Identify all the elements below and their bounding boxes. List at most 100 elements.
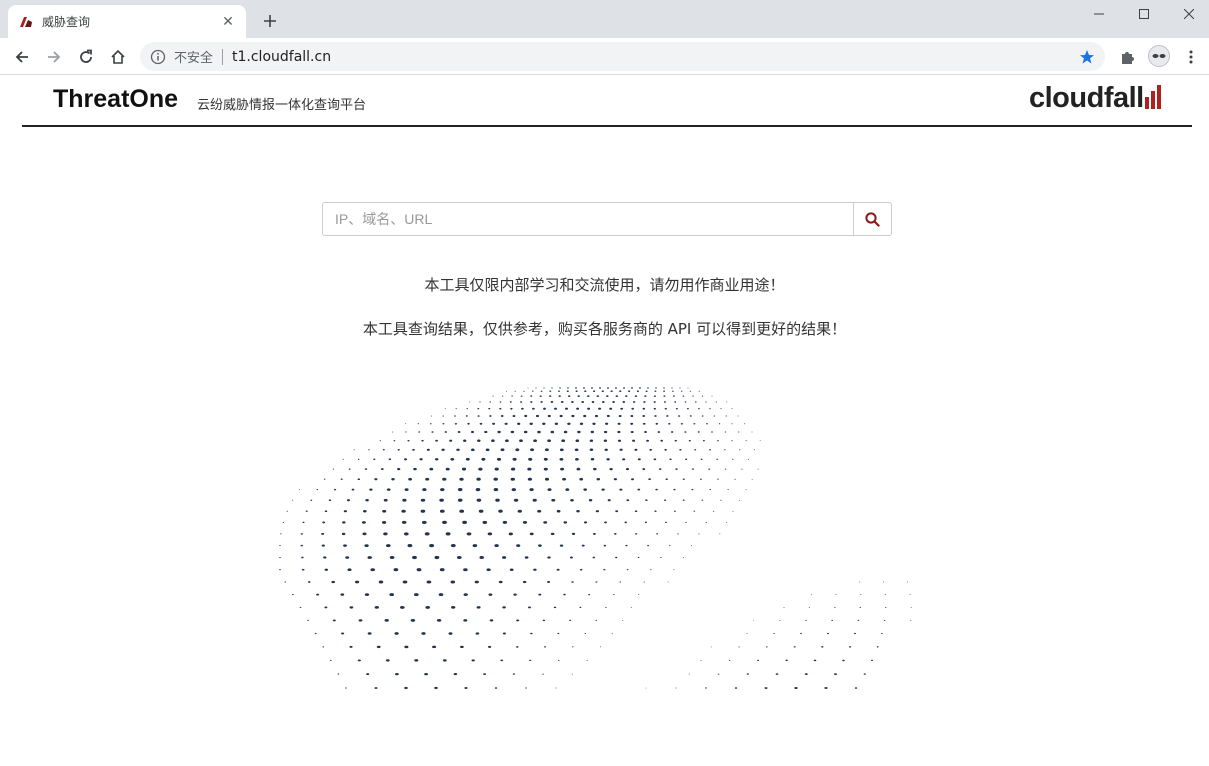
wave-dot xyxy=(561,439,566,442)
wave-dot xyxy=(519,439,523,443)
wave-dot xyxy=(341,632,345,635)
security-label: 不安全 xyxy=(174,51,214,66)
wave-dot xyxy=(700,458,703,460)
reload-button[interactable] xyxy=(72,43,100,71)
wave-dot xyxy=(460,645,464,649)
wave-dot xyxy=(345,556,350,559)
wave-dot xyxy=(558,395,561,397)
wave-dot xyxy=(618,414,622,418)
wave-dot xyxy=(510,430,515,434)
wave-dot xyxy=(785,659,788,662)
minimize-button[interactable] xyxy=(1076,0,1121,28)
wave-dot xyxy=(910,620,912,621)
menu-button[interactable] xyxy=(1177,43,1205,71)
wave-dot xyxy=(794,686,798,690)
wave-dot xyxy=(378,580,384,584)
browser-tab[interactable]: 威胁查询 ✕ xyxy=(8,5,246,38)
search-input[interactable] xyxy=(322,202,853,236)
wave-dot xyxy=(654,415,657,417)
wave-dot xyxy=(860,594,862,596)
bookmark-star-icon[interactable] xyxy=(1073,43,1101,71)
wave-dot xyxy=(775,673,779,675)
wave-dot xyxy=(459,477,464,481)
wave-dot xyxy=(725,522,727,523)
wave-dot xyxy=(357,458,360,460)
wave-dot xyxy=(674,439,677,442)
wave-dot xyxy=(373,458,376,461)
address-url[interactable]: t1.cloudfall.cn xyxy=(232,49,1073,65)
wave-dot xyxy=(504,422,508,425)
wave-dot xyxy=(591,387,593,389)
wave-dot xyxy=(688,673,690,675)
wave-dot xyxy=(434,686,438,690)
wave-dot xyxy=(682,478,685,480)
wave-dot xyxy=(688,439,691,442)
wave-dot xyxy=(863,673,866,675)
wave-dot xyxy=(493,488,499,492)
wave-dot xyxy=(665,478,668,481)
wave-dot xyxy=(395,672,399,676)
wave-dot xyxy=(478,467,483,471)
wave-dot xyxy=(426,448,430,451)
wave-dot xyxy=(513,498,519,502)
wave-dot xyxy=(530,395,533,397)
wave-dot xyxy=(510,407,513,410)
wave-dot xyxy=(617,422,621,425)
wave-dot xyxy=(663,401,666,403)
wave-dot xyxy=(389,593,394,597)
wave-dot xyxy=(517,509,522,513)
wave-dot xyxy=(668,422,671,425)
back-button[interactable] xyxy=(8,43,36,71)
wave-dot xyxy=(543,407,546,410)
wave-dot xyxy=(493,477,498,481)
wave-dot xyxy=(438,593,444,597)
wave-dot xyxy=(745,440,747,442)
logo-wordmark: cloudfall xyxy=(1029,82,1144,114)
new-tab-button[interactable] xyxy=(258,9,282,33)
tab-close-icon[interactable]: ✕ xyxy=(220,14,236,30)
wave-dot xyxy=(555,687,557,689)
extensions-button[interactable] xyxy=(1113,43,1141,71)
wave-dot xyxy=(457,498,463,502)
profile-avatar[interactable] xyxy=(1148,45,1170,67)
wave-dot xyxy=(625,544,628,547)
wave-dot xyxy=(424,532,430,536)
address-bar[interactable]: 不安全 t1.cloudfall.cn xyxy=(140,42,1105,71)
wave-dot xyxy=(727,489,729,491)
wave-dot xyxy=(484,430,488,434)
search-button[interactable] xyxy=(853,202,892,236)
info-icon[interactable] xyxy=(150,49,166,65)
wave-dot xyxy=(648,478,651,481)
wave-dot xyxy=(426,580,432,584)
wave-dot xyxy=(632,401,636,403)
wave-dot xyxy=(522,580,527,584)
wave-dot xyxy=(571,401,574,403)
wave-dot xyxy=(910,607,912,608)
wave-dot xyxy=(353,449,355,451)
wave-dot xyxy=(332,619,336,622)
cloudfall-logo[interactable]: cloudfall xyxy=(1029,81,1161,113)
wave-dot xyxy=(529,659,532,662)
wave-dot xyxy=(731,408,733,410)
wave-dot xyxy=(444,408,446,410)
wave-dot xyxy=(567,387,569,389)
wave-dot xyxy=(529,532,534,536)
home-button[interactable] xyxy=(104,43,132,71)
wave-dot xyxy=(673,395,675,397)
wave-dot xyxy=(610,390,613,393)
wave-dot xyxy=(553,606,557,609)
wave-dot xyxy=(565,407,568,410)
close-window-button[interactable] xyxy=(1166,0,1209,28)
wave-dot xyxy=(475,632,480,635)
wave-dot xyxy=(316,489,319,491)
wave-dot xyxy=(607,499,611,502)
wave-dot xyxy=(347,568,352,572)
wave-dot xyxy=(465,457,470,461)
brand-title[interactable]: ThreatOne xyxy=(53,85,178,114)
wave-dot xyxy=(434,555,440,560)
forward-button[interactable] xyxy=(40,43,68,71)
wave-dot xyxy=(588,593,591,596)
wave-dot xyxy=(404,645,409,649)
maximize-button[interactable] xyxy=(1121,0,1166,28)
wave-dot xyxy=(425,477,430,481)
